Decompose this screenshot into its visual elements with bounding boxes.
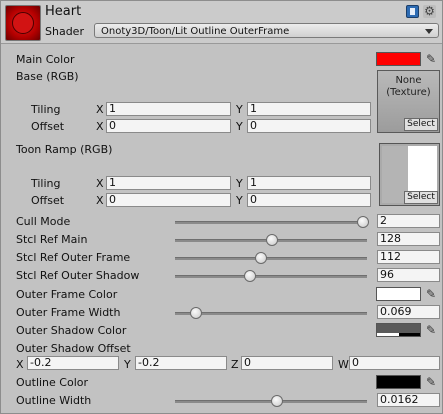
ramp-tiling-x-field[interactable]: 1 bbox=[106, 176, 231, 190]
stcl-ref-outer-frame-label: Stcl Ref Outer Frame bbox=[16, 251, 131, 264]
offset-x-axis-label: X bbox=[96, 194, 104, 207]
eyedropper-icon[interactable]: ✎ bbox=[426, 52, 438, 66]
tiling-y-axis-label: Y bbox=[236, 103, 243, 116]
eyedropper-icon[interactable]: ✎ bbox=[426, 375, 438, 389]
stcl-ref-outer-shadow-slider-knob[interactable] bbox=[244, 270, 257, 282]
offset-y-axis-label: Y bbox=[236, 194, 243, 207]
shader-dropdown-value: Onoty3D/Toon/Lit Outline OuterFrame bbox=[101, 26, 290, 37]
cull-mode-field[interactable]: 2 bbox=[377, 214, 440, 228]
outer-frame-width-slider-track[interactable] bbox=[175, 312, 367, 315]
toon-ramp-texture-slot[interactable]: Select bbox=[379, 143, 440, 206]
outline-color-label: Outline Color bbox=[16, 376, 89, 389]
toon-ramp-label: Toon Ramp (RGB) bbox=[16, 143, 113, 156]
material-header: Heart Shader Onoty3D/Toon/Lit Outline Ou… bbox=[1, 1, 442, 44]
base-tiling-x-field[interactable]: 1 bbox=[106, 102, 231, 116]
gear-icon[interactable]: ⚙ bbox=[423, 5, 436, 18]
texture-none-label: None bbox=[395, 75, 422, 86]
offset-y-axis-label: Y bbox=[236, 120, 243, 133]
shadow-offset-x-field[interactable]: -0.2 bbox=[27, 356, 119, 370]
shadow-offset-w-field[interactable]: 0 bbox=[349, 356, 440, 370]
stcl-ref-outer-frame-slider-knob[interactable] bbox=[255, 252, 268, 264]
shadow-offset-w-axis-label: W bbox=[338, 358, 349, 371]
help-book-icon[interactable] bbox=[406, 5, 419, 18]
stcl-ref-outer-frame-field[interactable]: 112 bbox=[377, 250, 440, 264]
base-offset-y-field[interactable]: 0 bbox=[247, 119, 371, 133]
texture-none-sublabel: (Texture) bbox=[386, 87, 431, 98]
base-texture-slot[interactable]: None (Texture) Select bbox=[377, 70, 440, 133]
outline-width-label: Outline Width bbox=[16, 394, 92, 407]
outer-shadow-offset-label: Outer Shadow Offset bbox=[16, 342, 131, 355]
shadow-offset-y-field[interactable]: -0.2 bbox=[135, 356, 227, 370]
outer-shadow-color-label: Outer Shadow Color bbox=[16, 324, 127, 337]
ramp-offset-label: Offset bbox=[31, 194, 65, 207]
stcl-ref-outer-shadow-label: Stcl Ref Outer Shadow bbox=[16, 269, 140, 282]
stcl-ref-main-field[interactable]: 128 bbox=[377, 232, 440, 246]
outer-frame-width-slider-knob[interactable] bbox=[189, 307, 202, 319]
outer-frame-color-label: Outer Frame Color bbox=[16, 288, 118, 301]
shadow-offset-z-axis-label: Z bbox=[231, 358, 239, 371]
ramp-tiling-y-field[interactable]: 1 bbox=[247, 176, 371, 190]
outer-frame-color-swatch[interactable] bbox=[376, 287, 421, 301]
outline-width-field[interactable]: 0.0162 bbox=[377, 393, 440, 407]
main-color-swatch[interactable] bbox=[376, 52, 421, 66]
shader-dropdown[interactable]: Onoty3D/Toon/Lit Outline OuterFrame bbox=[94, 23, 439, 38]
tiling-y-axis-label: Y bbox=[236, 177, 243, 190]
ramp-texture-select-button[interactable]: Select bbox=[404, 191, 438, 204]
material-name: Heart bbox=[45, 4, 82, 19]
shader-label: Shader bbox=[45, 25, 84, 38]
eyedropper-icon[interactable]: ✎ bbox=[426, 323, 438, 337]
ramp-tiling-label: Tiling bbox=[31, 177, 61, 190]
base-rgb-label: Base (RGB) bbox=[16, 70, 79, 83]
material-inspector: Heart Shader Onoty3D/Toon/Lit Outline Ou… bbox=[0, 0, 443, 414]
shadow-offset-y-axis-label: Y bbox=[124, 358, 131, 371]
dropdown-arrow-icon bbox=[425, 29, 433, 34]
outer-shadow-color-swatch[interactable] bbox=[376, 323, 421, 337]
shadow-offset-z-field[interactable]: 0 bbox=[241, 356, 333, 370]
main-color-label: Main Color bbox=[16, 53, 75, 66]
outer-frame-width-field[interactable]: 0.069 bbox=[377, 305, 440, 319]
eyedropper-icon[interactable]: ✎ bbox=[426, 287, 438, 301]
shadow-offset-x-axis-label: X bbox=[16, 358, 24, 371]
stcl-ref-outer-shadow-field[interactable]: 96 bbox=[377, 268, 440, 282]
base-tiling-y-field[interactable]: 1 bbox=[247, 102, 371, 116]
cull-mode-slider-knob[interactable] bbox=[357, 216, 369, 228]
base-offset-label: Offset bbox=[31, 120, 65, 133]
base-texture-select-button[interactable]: Select bbox=[404, 118, 438, 131]
stcl-ref-main-slider-knob[interactable] bbox=[266, 234, 278, 246]
material-preview-thumbnail bbox=[5, 5, 41, 41]
base-offset-x-field[interactable]: 0 bbox=[106, 119, 231, 133]
stcl-ref-main-label: Stcl Ref Main bbox=[16, 233, 88, 246]
outline-color-swatch[interactable] bbox=[376, 375, 421, 389]
cull-mode-slider-track[interactable] bbox=[175, 221, 367, 224]
outline-width-slider-knob[interactable] bbox=[271, 395, 284, 407]
tiling-x-axis-label: X bbox=[96, 177, 104, 190]
ramp-offset-y-field[interactable]: 0 bbox=[247, 193, 371, 207]
stcl-ref-outer-frame-slider-track[interactable] bbox=[175, 257, 367, 260]
tiling-x-axis-label: X bbox=[96, 103, 104, 116]
outer-frame-width-label: Outer Frame Width bbox=[16, 306, 121, 319]
stcl-ref-outer-shadow-slider-track[interactable] bbox=[175, 275, 367, 278]
base-tiling-label: Tiling bbox=[31, 103, 61, 116]
ramp-offset-x-field[interactable]: 0 bbox=[106, 193, 231, 207]
cull-mode-label: Cull Mode bbox=[16, 215, 71, 228]
offset-x-axis-label: X bbox=[96, 120, 104, 133]
